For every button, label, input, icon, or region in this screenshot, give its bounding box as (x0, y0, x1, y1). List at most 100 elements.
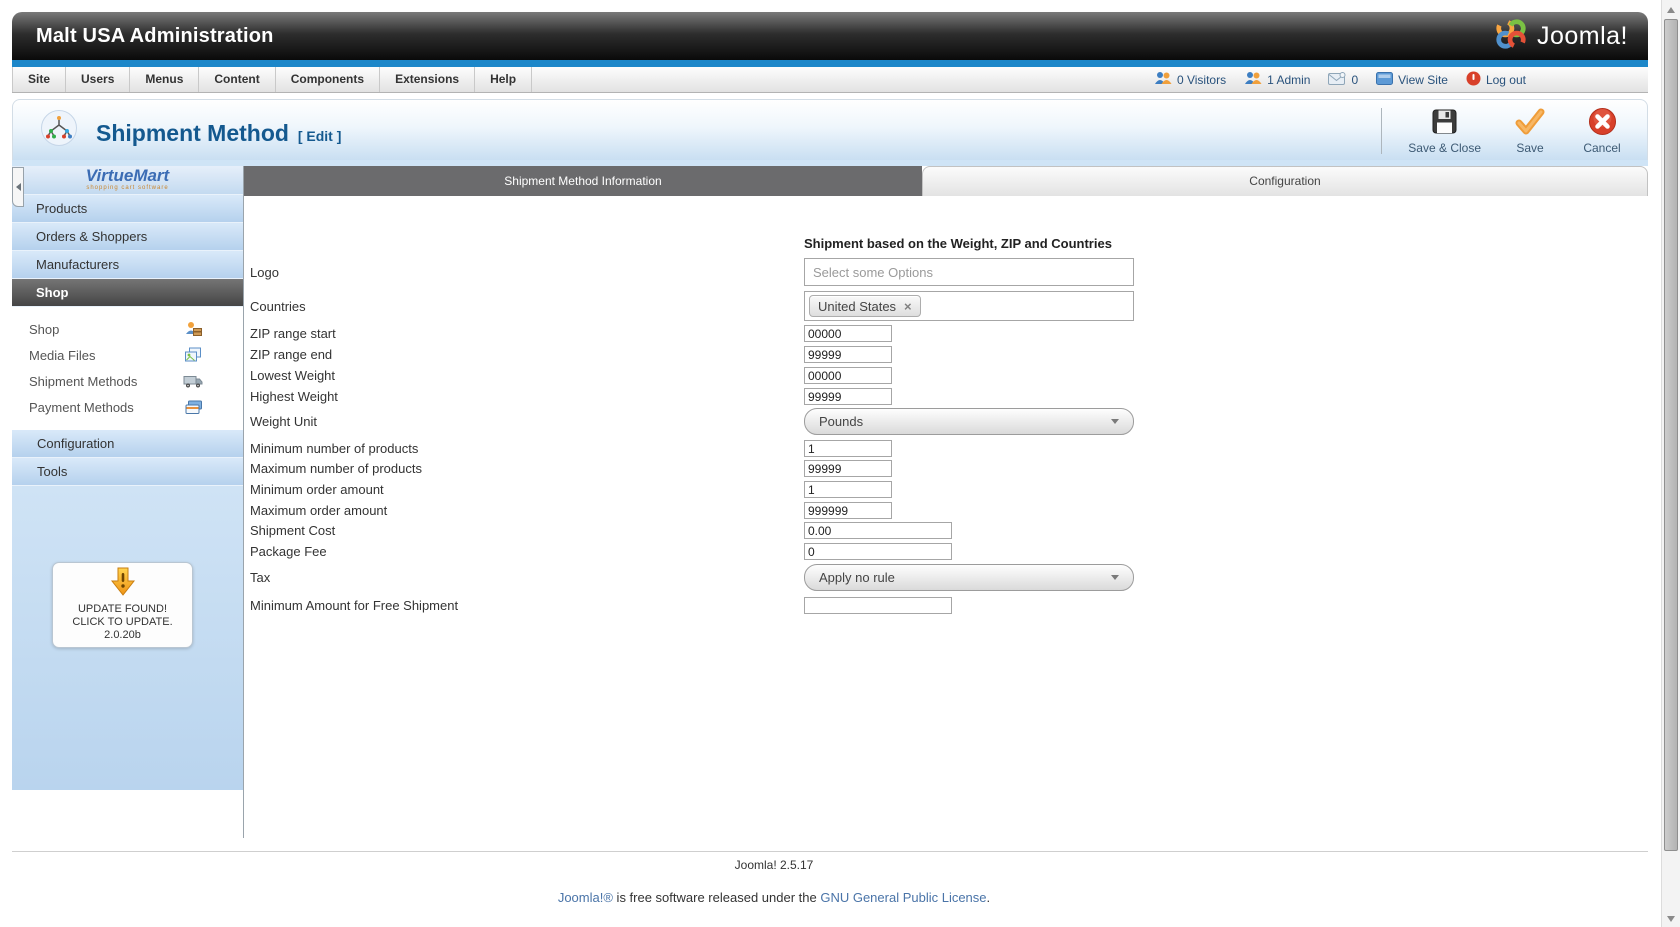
logo-options-input[interactable] (804, 258, 1134, 286)
toolbar-divider (1381, 108, 1383, 154)
submenu-label: Media Files (29, 347, 96, 363)
scroll-down-arrow-icon[interactable] (1667, 916, 1675, 922)
admin-menubar: Site Users Menus Content Components Exte… (12, 67, 1648, 93)
gpl-link[interactable]: GNU General Public License (820, 890, 986, 905)
virtuemart-logo: VirtueMart shopping cart software (12, 166, 243, 195)
remove-tag-icon[interactable]: × (904, 300, 912, 313)
submenu-item-shipment-methods[interactable]: Shipment Methods (12, 368, 243, 394)
status-bar: 0 Visitors 1 Admin 0 View Site Log out (1154, 67, 1648, 92)
shop-icon (184, 321, 203, 337)
submenu-item-shop[interactable]: Shop (12, 316, 243, 342)
license-text: is free software released under the (612, 890, 821, 905)
logout-label: Log out (1485, 72, 1526, 87)
menu-help[interactable]: Help (475, 67, 533, 92)
tax-label: Tax (250, 570, 271, 585)
min-order-amount-input[interactable] (804, 481, 892, 498)
logout-icon (1466, 71, 1481, 89)
sidebar-item-configuration[interactable]: Configuration (12, 430, 243, 458)
form-section-title: Shipment based on the Weight, ZIP and Co… (804, 236, 1112, 251)
zip-range-start-input[interactable] (804, 325, 892, 342)
page-header: Shipment Method [ Edit ] Save & Close Sa… (12, 99, 1648, 160)
page-title: Shipment Method [ Edit ] (96, 112, 341, 149)
tax-select[interactable]: Apply no rule (804, 564, 1134, 591)
max-products-input[interactable] (804, 460, 892, 477)
joomla-logo-text: Joomla! (1536, 21, 1628, 50)
highest-weight-label: Highest Weight (250, 389, 338, 404)
media-files-icon (184, 347, 203, 363)
joomla-link[interactable]: Joomla!® (558, 890, 613, 905)
max-order-amount-label: Maximum order amount (250, 503, 388, 518)
app-title: Malt USA Administration (36, 24, 274, 47)
main-menu: Site Users Menus Content Components Exte… (12, 67, 533, 92)
cancel-button[interactable]: Cancel (1579, 107, 1625, 155)
save-button[interactable]: Save (1507, 107, 1553, 155)
sidebar: VirtueMart shopping cart software Produc… (12, 166, 243, 838)
view-site-link[interactable]: View Site (1376, 71, 1448, 88)
logo-label: Logo (250, 264, 279, 280)
view-site-label: View Site (1398, 72, 1448, 87)
footer: Joomla! 2.5.17 Joomla!® is free software… (12, 851, 1648, 905)
license-period: . (986, 890, 991, 905)
package-fee-input[interactable] (804, 543, 952, 560)
virtuemart-logo-text: VirtueMart (85, 166, 170, 185)
sidebar-item-tools[interactable]: Tools (12, 458, 243, 486)
content-area: VirtueMart shopping cart software Produc… (12, 166, 1648, 838)
submenu-item-media-files[interactable]: Media Files (12, 342, 243, 368)
joomla-logo: Joomla! (1494, 17, 1628, 56)
payment-methods-icon (185, 400, 203, 415)
visitors-status[interactable]: 0 Visitors (1154, 71, 1226, 88)
admin-status[interactable]: 1 Admin (1244, 71, 1310, 88)
shipment-method-form: Shipment based on the Weight, ZIP and Co… (244, 236, 1648, 614)
countries-tagbox[interactable]: United States × (804, 291, 1134, 321)
tab-shipment-method-information[interactable]: Shipment Method Information (244, 166, 922, 196)
tab-configuration[interactable]: Configuration (922, 166, 1648, 196)
sidebar-item-products[interactable]: Products (12, 195, 243, 223)
weight-unit-select[interactable]: Pounds (804, 408, 1134, 435)
menu-site[interactable]: Site (12, 67, 67, 92)
update-notice[interactable]: UPDATE FOUND! CLICK TO UPDATE. 2.0.20b (52, 562, 193, 648)
shipment-methods-icon (183, 374, 203, 389)
update-line-2: CLICK TO UPDATE. (72, 616, 173, 628)
weight-unit-value: Pounds (819, 414, 864, 429)
tab-bar: Shipment Method Information Configuratio… (244, 166, 1648, 196)
sidebar-item-orders-shoppers[interactable]: Orders & Shoppers (12, 223, 243, 251)
min-free-shipment-input[interactable] (804, 597, 952, 614)
view-site-icon (1376, 71, 1394, 88)
save-close-icon (1430, 107, 1459, 139)
joomla-logo-icon (1494, 17, 1528, 56)
highest-weight-input[interactable] (804, 388, 892, 405)
country-tag[interactable]: United States × (809, 295, 921, 317)
menu-content[interactable]: Content (199, 67, 276, 92)
scrollbar-thumb[interactable] (1664, 19, 1678, 851)
messages-status[interactable]: 0 (1328, 71, 1358, 88)
max-order-amount-input[interactable] (804, 502, 892, 519)
save-close-button[interactable]: Save & Close (1408, 107, 1481, 155)
shipment-cost-label: Shipment Cost (250, 523, 336, 538)
lowest-weight-input[interactable] (804, 367, 892, 384)
menu-components[interactable]: Components (276, 67, 381, 92)
shipment-cost-input[interactable] (804, 522, 952, 539)
submenu-item-payment-methods[interactable]: Payment Methods (12, 394, 243, 420)
sidebar-item-manufacturers[interactable]: Manufacturers (12, 251, 243, 279)
menu-users[interactable]: Users (66, 67, 131, 92)
min-order-amount-label: Minimum order amount (250, 482, 384, 497)
visitors-icon (1154, 71, 1172, 88)
menu-extensions[interactable]: Extensions (380, 67, 476, 92)
footer-text: Joomla! 2.5.17 Joomla!® is free software… (12, 858, 1536, 905)
save-close-label: Save & Close (1408, 141, 1481, 155)
scroll-up-arrow-icon[interactable] (1667, 7, 1675, 13)
vertical-scrollbar[interactable] (1661, 0, 1680, 927)
shop-submenu: Shop Media Files Shipment Methods Paymen… (12, 307, 243, 430)
zip-range-end-input[interactable] (804, 346, 892, 363)
page-title-group: Shipment Method [ Edit ] (13, 100, 341, 160)
logout-link[interactable]: Log out (1466, 71, 1526, 89)
sidebar-collapse-handle[interactable] (12, 167, 24, 207)
zip-range-start-label: ZIP range start (250, 326, 336, 341)
min-products-input[interactable] (804, 440, 892, 457)
sidebar-item-shop[interactable]: Shop (12, 279, 243, 307)
submenu-label: Shop (29, 321, 60, 337)
package-fee-label: Package Fee (250, 544, 327, 559)
menu-menus[interactable]: Menus (130, 67, 200, 92)
collapse-icon (15, 183, 21, 191)
cancel-label: Cancel (1583, 141, 1621, 155)
